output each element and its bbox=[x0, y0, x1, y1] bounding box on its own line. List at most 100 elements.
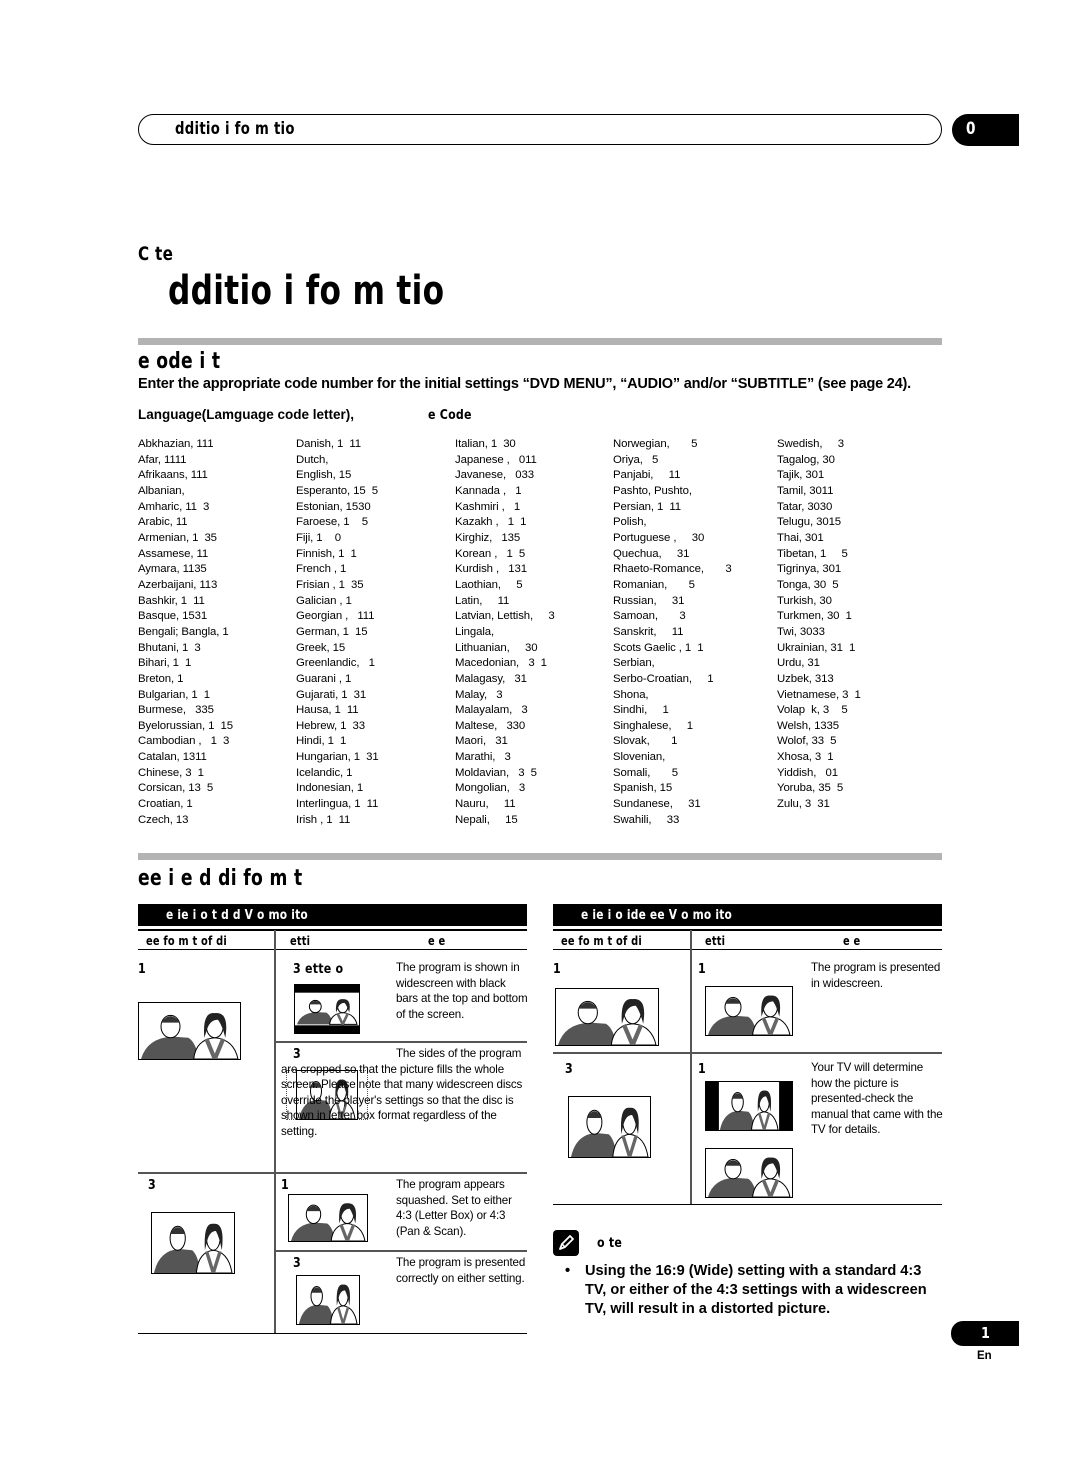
language-code-item: Malay, 3 bbox=[455, 688, 503, 701]
language-column: Danish, 1 11 Dutch, English, 15 Esperanto, … bbox=[296, 437, 456, 828]
language-code-item: Javanese, 033 bbox=[455, 469, 534, 482]
language-code-item: Aymara, 1135 bbox=[138, 563, 207, 576]
tv-illustration bbox=[152, 1213, 234, 1273]
language-code-item: Yoruba, 35 5 bbox=[777, 782, 844, 795]
language-code-item: Spanish, 15 bbox=[613, 782, 673, 795]
language-code-item: Interlingua, 1 11 bbox=[296, 798, 379, 811]
table-header-row: ee fo m t of di etti e e bbox=[553, 926, 942, 950]
tv-illustration bbox=[295, 985, 359, 1033]
language-code-item: Samoan, 3 bbox=[613, 610, 686, 623]
language-code-item: Marathi, 3 bbox=[455, 751, 511, 764]
language-column: Abkhazian, 111 Afar, 1111 Afrikaans, 111 Al… bbox=[138, 437, 298, 828]
language-code-item: Scots Gaelic , 1 1 bbox=[613, 641, 704, 654]
table-title-text: e ie i o t d d V o mo ito bbox=[166, 908, 308, 923]
disc-format-label: 3 bbox=[148, 1178, 156, 1193]
row-divider bbox=[138, 1172, 527, 1174]
language-code-item: Sundanese, 31 bbox=[613, 798, 701, 811]
tv-illustration bbox=[706, 1149, 792, 1197]
language-code-item: Irish , 1 11 bbox=[296, 813, 351, 826]
language-code-item: Assamese, 11 bbox=[138, 547, 209, 560]
language-code-item: Burmese, 335 bbox=[138, 704, 214, 717]
column-divider bbox=[690, 930, 692, 1204]
note-text: • Using the 16:9 (Wide) setting with a s… bbox=[565, 1262, 945, 1319]
language-section-title: e ode i t bbox=[138, 349, 221, 374]
language-code-item: Wolof, 33 5 bbox=[777, 735, 837, 748]
language-intro-text: Enter the appropriate code number for th… bbox=[138, 376, 911, 392]
language-code-item: Panjabi, 11 bbox=[613, 469, 681, 482]
language-code-item: Italian, 1 30 bbox=[455, 438, 516, 450]
table-header-row: ee fo m t of di etti e e bbox=[138, 926, 527, 950]
tv-picture-standard bbox=[151, 1212, 235, 1274]
language-code-item: Fiji, 1 0 bbox=[296, 531, 342, 544]
language-code-item: Mongolian, 3 bbox=[455, 782, 526, 795]
tv-illustration bbox=[139, 1003, 240, 1059]
language-code-item: Lithuanian, 30 bbox=[455, 641, 538, 654]
table-title: e ie i o t d d V o mo ito bbox=[138, 904, 527, 926]
running-header-title: dditio i fo m tio bbox=[175, 119, 295, 139]
language-code-item: Bihari, 1 1 bbox=[138, 657, 192, 670]
language-code-item: Abkhazian, 111 bbox=[138, 438, 214, 450]
language-code-item: Quechua, 31 bbox=[613, 547, 690, 560]
language-code-item: Nepali, 15 bbox=[455, 813, 518, 826]
standard-tv-table: e ie i o t d d V o mo ito ee fo m t of d… bbox=[138, 904, 528, 1334]
setting-label: 1 bbox=[698, 1062, 706, 1077]
section-divider bbox=[138, 853, 942, 860]
language-code-item: Amharic, 11 3 bbox=[138, 500, 210, 513]
language-code-item: Georgian , 111 bbox=[296, 610, 375, 623]
language-code-item: Lingala, bbox=[455, 625, 495, 638]
language-code-item: Maori, 31 bbox=[455, 735, 508, 748]
language-code-item: Laothian, 5 bbox=[455, 578, 523, 591]
language-code-item: Tamil, 3011 bbox=[777, 484, 834, 497]
language-code-item: Kazakh , 1 1 bbox=[455, 516, 527, 529]
disc-format-label: 1 bbox=[553, 962, 561, 977]
language-code-item: Kirghiz, 135 bbox=[455, 531, 521, 544]
language-code-item: Zulu, 3 31 bbox=[777, 798, 830, 811]
tv-picture-wide bbox=[138, 1002, 241, 1060]
disc-format-label: 1 bbox=[138, 962, 146, 977]
language-code-item: Bhutani, 1 3 bbox=[138, 641, 201, 654]
language-code-item: Tajik, 301 bbox=[777, 469, 825, 482]
language-code-item: Dutch, bbox=[296, 453, 329, 466]
language-column: Swedish, 3 Tagalog, 30 Tajik, 301 Tamil, 30… bbox=[777, 437, 937, 813]
language-head-label: Language(Lamguage code letter), bbox=[138, 407, 355, 422]
language-code-item: Welsh, 1335 bbox=[777, 719, 840, 732]
tv-picture-pillarbox bbox=[705, 1081, 793, 1131]
language-code-item: Faroese, 1 5 bbox=[296, 516, 368, 529]
language-code-item: Polish, bbox=[613, 516, 647, 529]
language-code-item: Ukrainian, 31 1 bbox=[777, 641, 856, 654]
language-code-item: Yiddish, 01 bbox=[777, 766, 838, 779]
language-code-item: Vietnamese, 3 1 bbox=[777, 688, 861, 701]
tv-illustration bbox=[706, 1082, 792, 1130]
setting-description: The program is presented correctly on ei… bbox=[396, 1256, 526, 1285]
col-head-format: ee fo m t of di bbox=[561, 934, 642, 948]
language-code-item: Catalan, 1311 bbox=[138, 751, 207, 764]
language-code-item: Nauru, 11 bbox=[455, 798, 516, 811]
language-code-item: Czech, 13 bbox=[138, 813, 189, 826]
language-code-item: Greenlandic, 1 bbox=[296, 657, 375, 670]
language-code-item: Swedish, 3 bbox=[777, 438, 844, 450]
note-pencil-icon bbox=[553, 1230, 579, 1256]
language-code-item: Azerbaijani, 113 bbox=[138, 578, 218, 591]
setting-description: The program is shown in widescreen with … bbox=[396, 961, 528, 1021]
language-code-item: Afrikaans, 111 bbox=[138, 469, 208, 482]
page-language: En bbox=[977, 1350, 992, 1362]
language-code-item: Japanese , 011 bbox=[455, 453, 537, 466]
language-code-item: French , 1 bbox=[296, 563, 347, 576]
language-code-item: Byelorussian, 1 15 bbox=[138, 719, 233, 732]
language-code-item: Oriya, 5 bbox=[613, 453, 659, 466]
tv-picture-squashed bbox=[288, 1194, 368, 1242]
tv-picture-letterbox bbox=[294, 984, 360, 1034]
language-code-item: Tigrinya, 301 bbox=[777, 563, 842, 576]
setting-label: 3 bbox=[293, 1256, 301, 1271]
language-code-item: Frisian , 1 35 bbox=[296, 578, 364, 591]
language-code-item: Persian, 1 11 bbox=[613, 500, 682, 513]
column-divider bbox=[274, 930, 276, 1333]
language-code-item: Armenian, 1 35 bbox=[138, 531, 217, 544]
setting-description: The program appears squashed. Set to eit… bbox=[396, 1178, 512, 1238]
tv-picture-standard bbox=[296, 1275, 360, 1325]
language-code-item: Twi, 3033 bbox=[777, 625, 825, 638]
col-head-format: ee fo m t of di bbox=[146, 934, 227, 948]
setting-description: The program is presented in widescreen. bbox=[811, 961, 941, 990]
language-code-item: Maltese, 330 bbox=[455, 719, 526, 732]
language-code-item: Latin, 11 bbox=[455, 594, 510, 607]
